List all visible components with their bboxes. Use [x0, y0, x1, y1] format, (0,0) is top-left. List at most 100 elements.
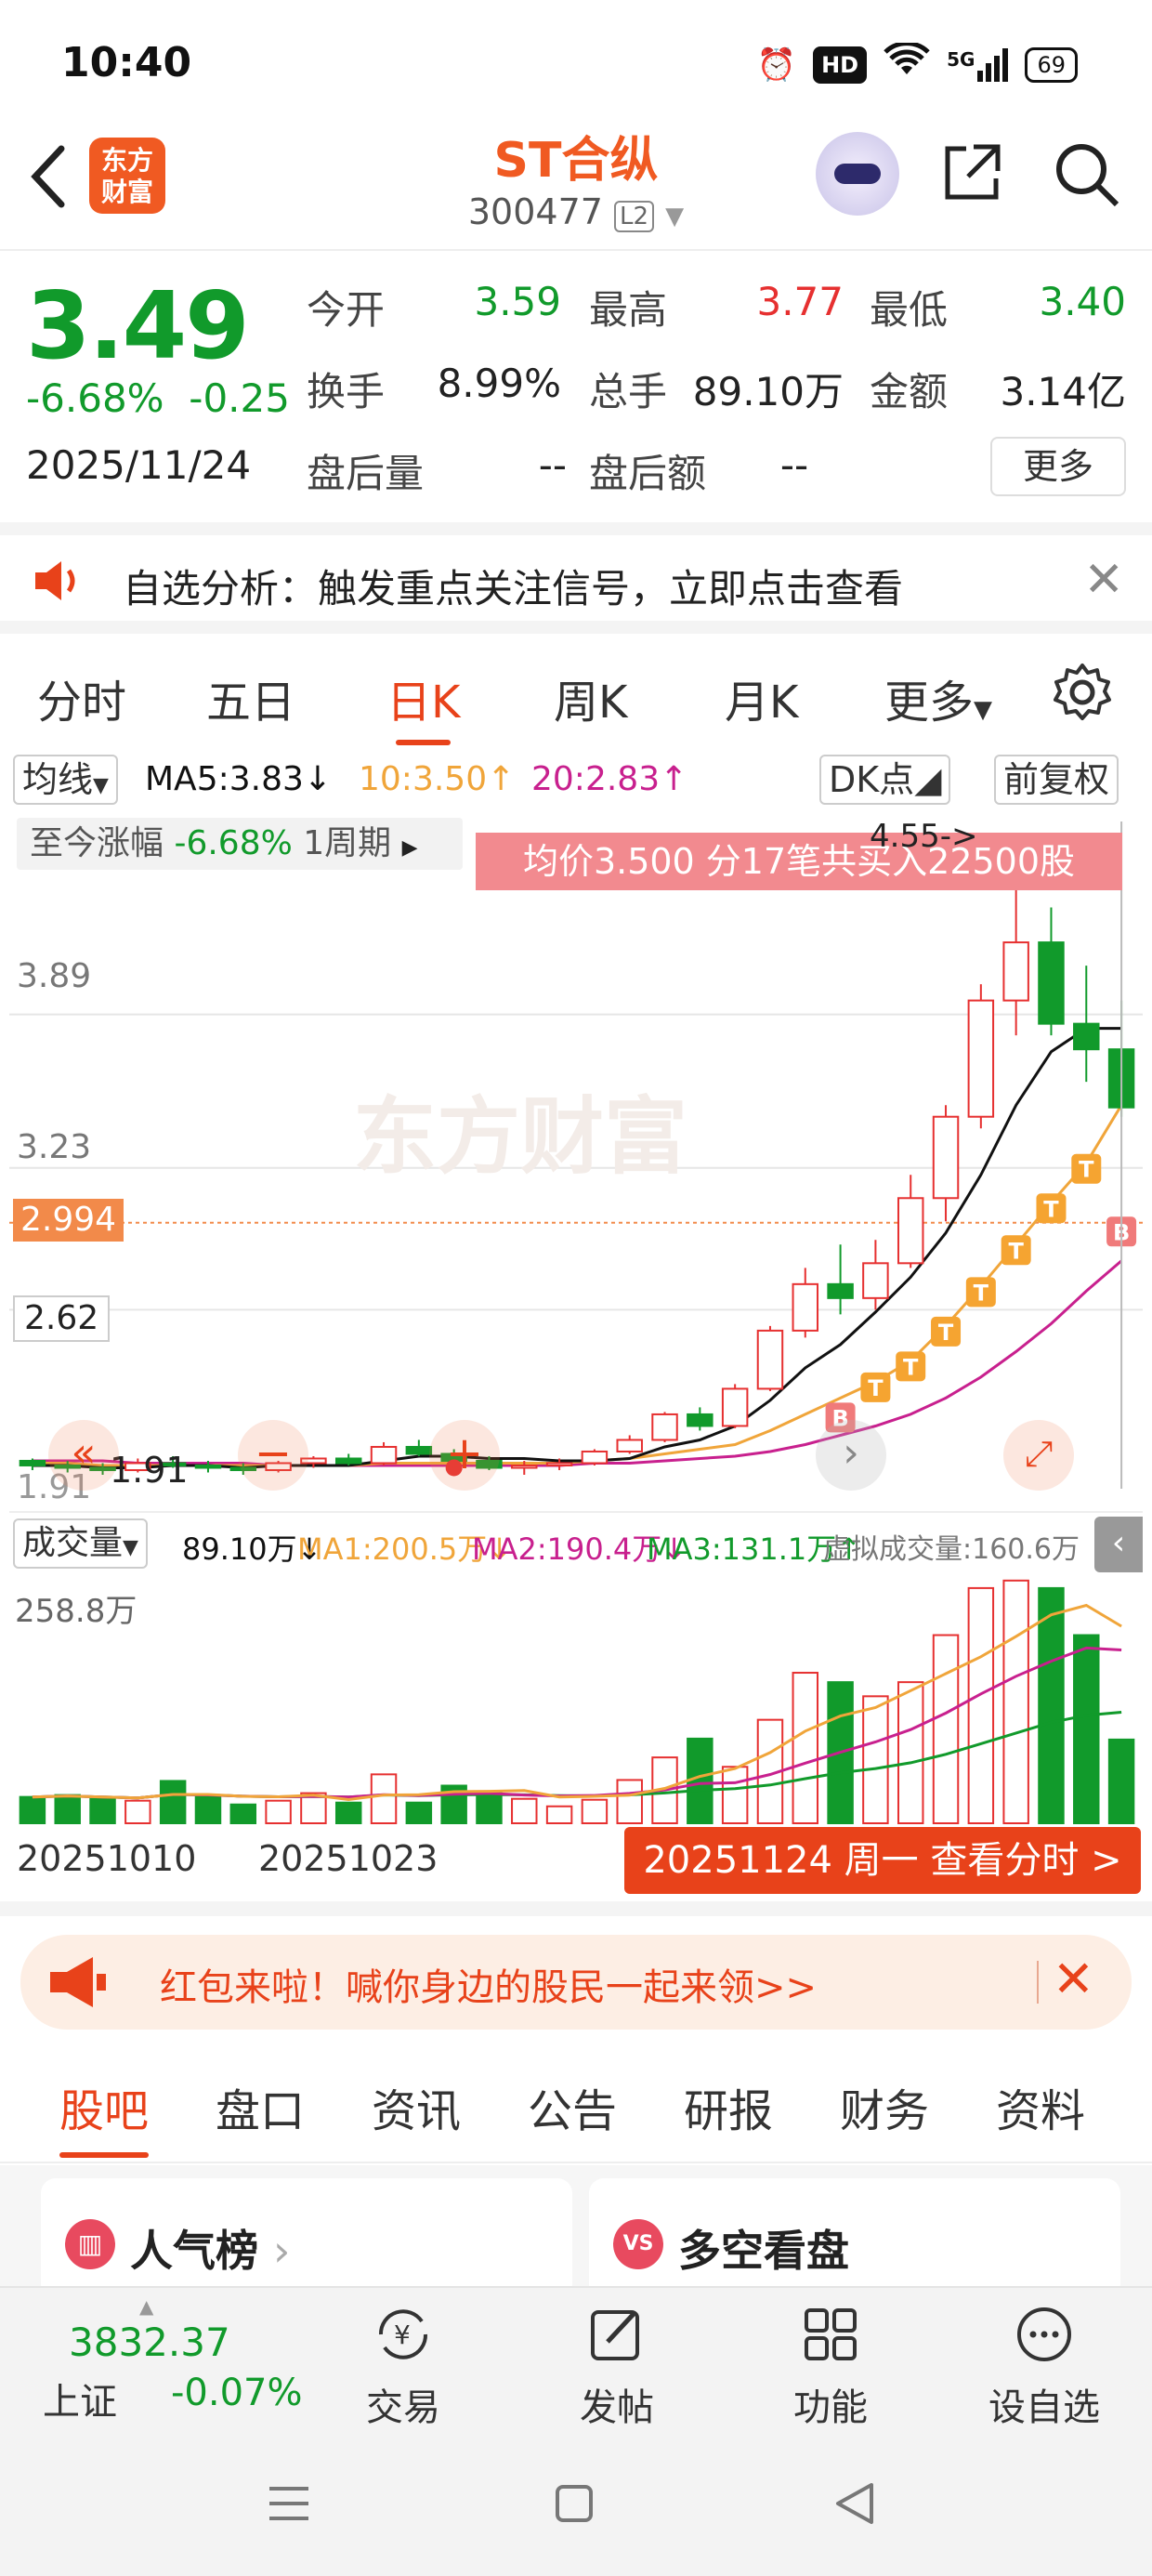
ma10-value: 10:3.50↑	[359, 760, 516, 798]
volume-bar	[1038, 1586, 1065, 1824]
candle	[932, 1115, 960, 1200]
nav-post[interactable]: 发帖	[533, 2288, 700, 2437]
alarm-icon: ⏰	[756, 46, 797, 84]
zoom-out-icon[interactable]: −	[238, 1420, 308, 1491]
after-volume-value: --	[538, 442, 567, 488]
notice-text: 自选分析：触发重点关注信号，立即点击查看	[123, 566, 904, 611]
close-icon[interactable]: ✕	[1053, 1950, 1094, 2008]
nav-trade[interactable]: ¥ 交易	[320, 2288, 487, 2437]
quote-panel: 3.49 -6.68% -0.25 2025/11/24 今开 3.59 最高 …	[0, 253, 1152, 522]
candle	[405, 1445, 433, 1455]
feature-cards: ▥ 人气榜 › VS 多空看盘	[0, 2165, 1152, 2299]
hd-icon: HD	[813, 46, 868, 84]
low-note: 1.91	[110, 1450, 189, 1491]
low-value: 3.40	[1039, 279, 1126, 324]
nav-functions[interactable]: 功能	[747, 2288, 914, 2437]
trade-marker-label: T	[868, 1375, 884, 1401]
range-gain-bar[interactable]: 至今涨幅 -6.68% 1周期 ▶	[17, 818, 463, 870]
volume-chart[interactable]	[9, 1571, 1143, 1831]
tab-five-day[interactable]: 五日	[206, 665, 295, 730]
tab-news[interactable]: 资讯	[372, 2074, 461, 2139]
assistant-robot-icon[interactable]	[816, 132, 899, 216]
tab-monthly-k[interactable]: 月K	[725, 665, 798, 730]
dk-button[interactable]: DK点◢	[819, 755, 951, 805]
tab-more[interactable]: 更多▼	[884, 665, 992, 730]
candle	[862, 1262, 889, 1299]
candle	[756, 1329, 784, 1390]
more-button[interactable]: 更多	[990, 437, 1126, 496]
tab-announcements[interactable]: 公告	[528, 2074, 617, 2139]
promo-banner[interactable]: 红包来啦！喊你身边的股民一起来领>> ✕	[20, 1935, 1132, 2030]
vs-icon: VS	[613, 2219, 663, 2269]
kline-chart[interactable]: 东方财富 TTTTTTTBB	[9, 812, 1143, 1500]
home-icon[interactable]	[554, 2483, 595, 2528]
search-icon[interactable]	[1052, 139, 1122, 210]
volume-bar	[265, 1799, 292, 1825]
volume-value: 89.10万	[692, 369, 844, 414]
ma-selector[interactable]: 均线▼	[13, 755, 118, 805]
status-bar: 10:40 ⏰ HD 5G 69	[0, 0, 1152, 121]
adjust-button[interactable]: 前复权	[994, 755, 1119, 805]
volume-selector[interactable]: 成交量▼	[13, 1518, 148, 1569]
divider	[0, 249, 1152, 251]
index-ticker[interactable]: ▲ 3832.37 上证 -0.07%	[0, 2288, 303, 2437]
card-label: 人气榜 ›	[130, 2226, 291, 2276]
volume-bar	[54, 1794, 81, 1825]
tab-research[interactable]: 研报	[684, 2074, 773, 2139]
volume-bar	[581, 1798, 609, 1825]
volume-bar	[405, 1801, 433, 1825]
gear-icon[interactable]	[1052, 662, 1113, 727]
divider	[1037, 1961, 1039, 2004]
notice-bar[interactable]: 自选分析：触发重点关注信号，立即点击查看 ✕	[0, 522, 1152, 634]
quote-date: 2025/11/24	[26, 442, 252, 488]
back-nav-icon[interactable]	[834, 2481, 875, 2530]
price-change: -6.68% -0.25	[26, 375, 290, 421]
menu-icon[interactable]	[268, 2485, 310, 2526]
nav-add-watchlist[interactable]: 设自选	[961, 2288, 1128, 2437]
trade-marker-label: T	[938, 1320, 954, 1346]
bottom-nav: ▲ 3832.37 上证 -0.07% ¥ 交易 发帖 功能 设自选	[0, 2286, 1152, 2435]
volume-bar	[1107, 1738, 1135, 1824]
volume-bar	[89, 1797, 116, 1824]
period-tabs: 分时 五日 日K 周K 月K 更多▼	[0, 641, 1152, 745]
candle	[616, 1439, 643, 1452]
price-marker: 2.994	[13, 1199, 124, 1242]
candle	[334, 1457, 362, 1465]
chevron-down-icon: ▼	[665, 203, 685, 230]
card-label: 多空看盘	[678, 2226, 849, 2276]
volume-bar	[476, 1790, 503, 1825]
close-icon[interactable]: ✕	[1083, 552, 1124, 608]
divider	[0, 1901, 1152, 1916]
clock: 10:40	[61, 39, 192, 86]
volume-bar	[1002, 1579, 1029, 1824]
axis-mid-date: 20251023	[258, 1838, 439, 1879]
tab-intraday[interactable]: 分时	[37, 665, 126, 730]
fullscreen-icon[interactable]: ⤢	[1003, 1420, 1074, 1491]
volume-bar	[967, 1586, 995, 1824]
candle	[19, 1459, 46, 1466]
popularity-card[interactable]: ▥ 人气榜 ›	[41, 2178, 572, 2299]
volume-bar	[334, 1801, 362, 1825]
after-amount-label: 盘后额	[589, 451, 707, 496]
tab-profile[interactable]: 资料	[996, 2074, 1085, 2139]
bull-bear-card[interactable]: VS 多空看盘	[589, 2178, 1120, 2299]
tab-daily-k[interactable]: 日K	[386, 665, 460, 745]
info-tabs: 股吧 盘口 资讯 公告 研报 财务 资料	[0, 2052, 1152, 2163]
trade-marker-label: T	[1008, 1238, 1024, 1264]
tab-financials[interactable]: 财务	[840, 2074, 929, 2139]
tab-guba[interactable]: 股吧	[59, 2074, 150, 2158]
view-intraday-button[interactable]: 20251124 周一 查看分时 >	[624, 1827, 1141, 1894]
share-icon[interactable]	[938, 139, 1005, 206]
volume-bar	[721, 1766, 749, 1825]
panel-collapse-icon[interactable]: ‹	[1094, 1517, 1143, 1572]
grid-icon	[801, 2305, 860, 2364]
zoom-in-icon[interactable]: +	[429, 1420, 500, 1491]
scroll-left-icon[interactable]: «	[48, 1420, 119, 1491]
signal-icon: 5G	[947, 47, 1009, 82]
tab-order-book[interactable]: 盘口	[216, 2074, 305, 2139]
scroll-right-icon[interactable]: ›	[816, 1420, 886, 1491]
candle	[370, 1445, 398, 1465]
candle	[581, 1450, 609, 1465]
candle	[1038, 941, 1065, 1025]
tab-weekly-k[interactable]: 周K	[554, 665, 627, 730]
